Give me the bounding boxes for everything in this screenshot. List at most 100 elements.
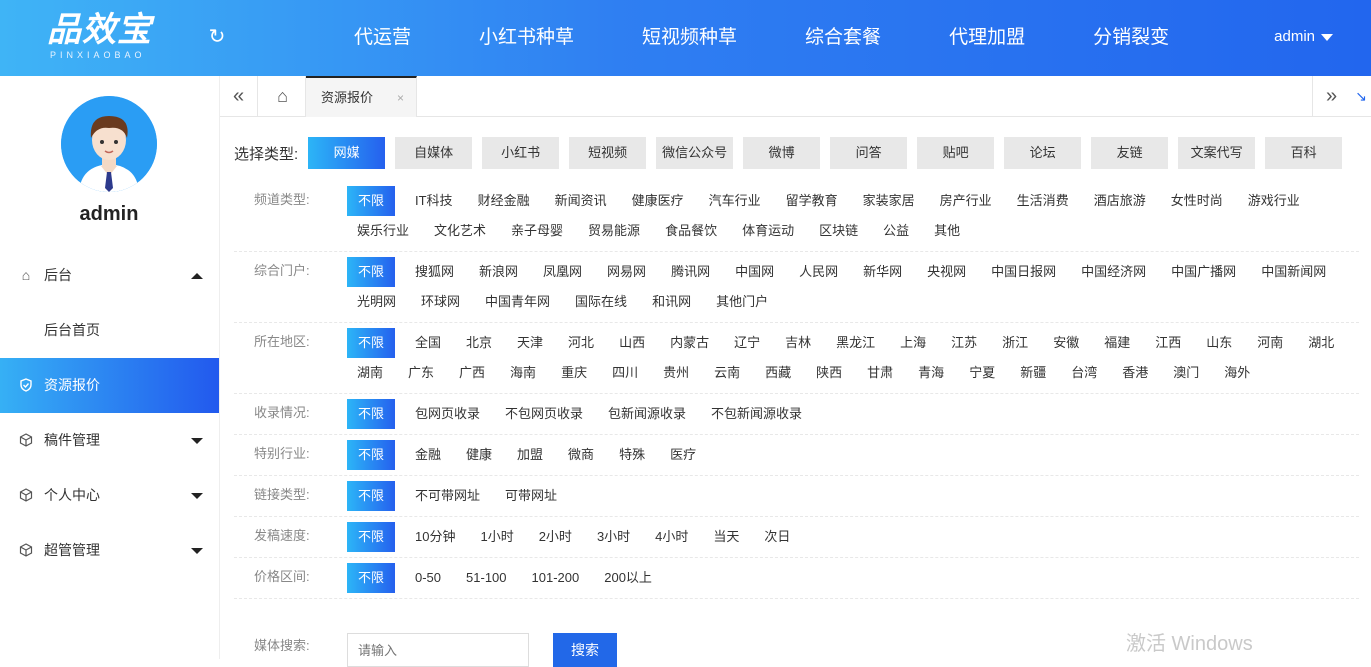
type-option-button[interactable]: 友链 (1091, 137, 1169, 169)
filter-option[interactable]: 新华网 (853, 257, 912, 287)
filter-option[interactable]: 贵州 (653, 358, 699, 388)
filter-option[interactable]: 和讯网 (642, 287, 701, 317)
filter-option[interactable]: 食品餐饮 (655, 216, 727, 246)
filter-option-unlimited[interactable]: 不限 (347, 399, 395, 429)
filter-option-unlimited[interactable]: 不限 (347, 186, 395, 216)
type-option-button[interactable]: 自媒体 (395, 137, 473, 169)
filter-option[interactable]: 健康 (456, 440, 502, 470)
filter-option[interactable]: 财经金融 (468, 186, 540, 216)
filter-option[interactable]: 中国日报网 (981, 257, 1066, 287)
logo[interactable]: 品效宝 PINXIAOBAO (47, 10, 159, 66)
filter-option[interactable]: 腾讯网 (661, 257, 720, 287)
filter-option[interactable]: 河南 (1247, 328, 1293, 358)
filter-option[interactable]: 环球网 (411, 287, 470, 317)
filter-option[interactable]: 女性时尚 (1161, 186, 1233, 216)
type-option-button[interactable]: 问答 (830, 137, 908, 169)
nav-item-distribution[interactable]: 分销裂变 (1059, 0, 1203, 76)
filter-option[interactable]: 江西 (1145, 328, 1191, 358)
filter-option[interactable]: 辽宁 (724, 328, 770, 358)
home-tab-icon[interactable]: ⌂ (260, 76, 306, 116)
filter-option[interactable]: 0-50 (405, 563, 451, 593)
filter-option-unlimited[interactable]: 不限 (347, 522, 395, 552)
filter-option[interactable]: 微商 (558, 440, 604, 470)
filter-option[interactable]: 101-200 (522, 563, 590, 593)
nav-item-xiaohongshu[interactable]: 小红书种草 (445, 0, 608, 76)
filter-option[interactable]: 广西 (449, 358, 495, 388)
filter-option[interactable]: 全国 (405, 328, 451, 358)
type-option-button[interactable]: 论坛 (1004, 137, 1082, 169)
filter-option[interactable]: 香港 (1112, 358, 1158, 388)
sidebar-item-backend-home[interactable]: 后台首页 (0, 303, 219, 358)
filter-option-unlimited[interactable]: 不限 (347, 328, 395, 358)
filter-option[interactable]: 贸易能源 (578, 216, 650, 246)
type-option-button[interactable]: 短视频 (569, 137, 647, 169)
tab-resource-pricing[interactable]: 资源报价 × (306, 76, 417, 117)
filter-option[interactable]: 医疗 (660, 440, 706, 470)
type-option-button[interactable]: 百科 (1265, 137, 1343, 169)
type-option-button[interactable]: 小红书 (482, 137, 560, 169)
nav-item-daiyunying[interactable]: 代运营 (320, 0, 445, 76)
filter-option[interactable]: 宁夏 (959, 358, 1005, 388)
filter-option[interactable]: 中国网 (725, 257, 784, 287)
filter-option[interactable]: 黑龙江 (826, 328, 885, 358)
filter-option[interactable]: 青海 (908, 358, 954, 388)
nav-item-short-video[interactable]: 短视频种草 (608, 0, 771, 76)
sidebar-item-backend[interactable]: ⌂ 后台 (0, 248, 219, 303)
filter-option[interactable]: 北京 (456, 328, 502, 358)
filter-option[interactable]: 湖南 (347, 358, 393, 388)
search-input[interactable] (347, 633, 529, 667)
filter-option[interactable]: 健康医疗 (622, 186, 694, 216)
filter-option[interactable]: 次日 (754, 522, 800, 552)
sidebar-item-resource-pricing[interactable]: 资源报价 (0, 358, 219, 413)
nav-item-package[interactable]: 综合套餐 (771, 0, 915, 76)
filter-option[interactable]: 海外 (1214, 358, 1260, 388)
filter-option[interactable]: 3小时 (587, 522, 640, 552)
filter-option[interactable]: 亲子母婴 (501, 216, 573, 246)
filter-option[interactable]: 特殊 (609, 440, 655, 470)
filter-option[interactable]: 安徽 (1043, 328, 1089, 358)
filter-option[interactable]: 1小时 (470, 522, 523, 552)
filter-option[interactable]: 其他 (924, 216, 970, 246)
filter-option[interactable]: 不包网页收录 (495, 399, 593, 429)
filter-option-unlimited[interactable]: 不限 (347, 257, 395, 287)
filter-option[interactable]: 家装家居 (853, 186, 925, 216)
filter-option[interactable]: 文化艺术 (424, 216, 496, 246)
filter-option[interactable]: 留学教育 (776, 186, 848, 216)
filter-option[interactable]: IT科技 (405, 186, 463, 216)
type-option-button[interactable]: 文案代写 (1178, 137, 1256, 169)
filter-option[interactable]: 凤凰网 (533, 257, 592, 287)
scroll-left-icon[interactable]: « (220, 76, 258, 116)
filter-option[interactable]: 江苏 (941, 328, 987, 358)
filter-option[interactable]: 中国经济网 (1071, 257, 1156, 287)
type-option-button[interactable]: 网媒 (308, 137, 386, 169)
filter-option[interactable]: 澳门 (1163, 358, 1209, 388)
filter-option[interactable]: 生活消费 (1007, 186, 1079, 216)
filter-option[interactable]: 山西 (609, 328, 655, 358)
filter-option[interactable]: 51-100 (456, 563, 516, 593)
filter-option[interactable]: 4小时 (645, 522, 698, 552)
filter-option[interactable]: 人民网 (789, 257, 848, 287)
filter-option[interactable]: 云南 (704, 358, 750, 388)
filter-option[interactable]: 公益 (873, 216, 919, 246)
filter-option[interactable]: 陕西 (806, 358, 852, 388)
sidebar-item-super-admin[interactable]: 超管管理 (0, 523, 219, 578)
filter-option[interactable]: 不可带网址 (405, 481, 490, 511)
filter-option[interactable]: 甘肃 (857, 358, 903, 388)
filter-option[interactable]: 新闻资讯 (545, 186, 617, 216)
filter-option-unlimited[interactable]: 不限 (347, 481, 395, 511)
filter-option[interactable]: 光明网 (347, 287, 406, 317)
filter-option[interactable]: 海南 (500, 358, 546, 388)
filter-option[interactable]: 台湾 (1061, 358, 1107, 388)
sidebar-item-manuscripts[interactable]: 稿件管理 (0, 413, 219, 468)
filter-option[interactable]: 加盟 (507, 440, 553, 470)
refresh-icon[interactable]: ↻ (205, 25, 229, 49)
tab-options-icon[interactable]: ↘ (1351, 76, 1371, 116)
filter-option[interactable]: 河北 (558, 328, 604, 358)
filter-option[interactable]: 房产行业 (930, 186, 1002, 216)
filter-option[interactable]: 福建 (1094, 328, 1140, 358)
filter-option[interactable]: 当天 (703, 522, 749, 552)
filter-option[interactable]: 娱乐行业 (347, 216, 419, 246)
filter-option[interactable]: 体育运动 (732, 216, 804, 246)
filter-option[interactable]: 游戏行业 (1238, 186, 1310, 216)
filter-option[interactable]: 包网页收录 (405, 399, 490, 429)
